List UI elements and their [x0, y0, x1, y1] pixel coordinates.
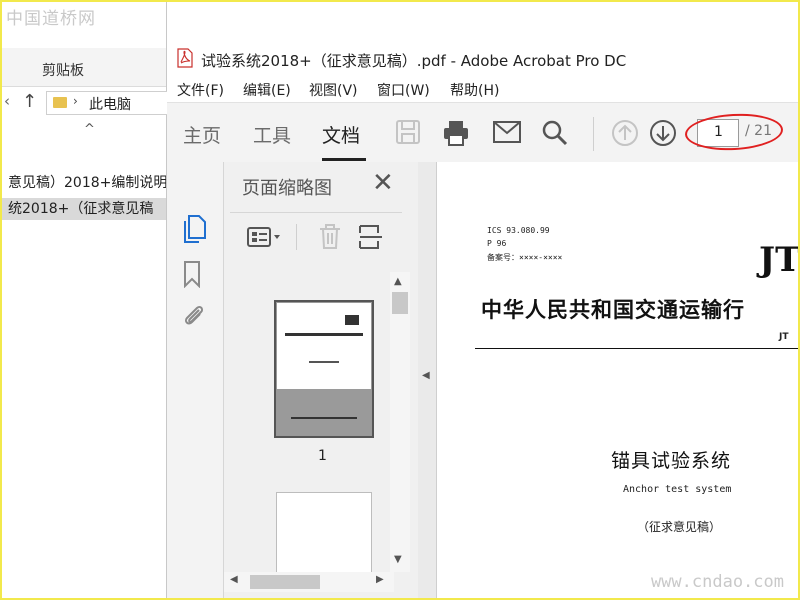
highlight-annotation-oval	[684, 111, 784, 153]
pdf-file-icon	[177, 48, 193, 68]
folder-icon	[53, 97, 67, 108]
chevron-left-icon[interactable]: ‹	[4, 92, 10, 110]
title-bar: 试验系统2018+（征求意见稿）.pdf - Adobe Acrobat Pro…	[167, 40, 798, 78]
watermark-bottom: www.cndao.com	[650, 572, 784, 592]
collapse-left-icon[interactable]: ◀	[422, 370, 430, 381]
doc-english-title: Anchor test system	[623, 484, 732, 495]
save-icon[interactable]	[395, 119, 421, 145]
doc-p-code: P 96	[487, 239, 507, 248]
thumbnails-toolbar	[224, 214, 418, 260]
explorer-nav-bar: ‹ ↑ › 此电脑	[2, 90, 170, 116]
menu-view[interactable]: 视图(V)	[309, 80, 358, 100]
page-thumbnail-2[interactable]	[276, 492, 372, 572]
doc-draft-label: （征求意见稿）	[637, 520, 722, 534]
attachments-icon[interactable]	[181, 302, 207, 330]
ribbon-clipboard-group: 剪贴板	[2, 48, 166, 87]
next-page-icon[interactable]	[649, 119, 677, 147]
address-text: 此电脑	[89, 97, 131, 113]
thumbnail-text-line	[309, 361, 339, 363]
previous-page-icon[interactable]	[611, 119, 639, 147]
scrollbar-thumb[interactable]	[250, 575, 320, 589]
clipboard-label: 剪贴板	[42, 63, 84, 79]
thumbnails-horizontal-scrollbar[interactable]: ◀ ▶	[224, 572, 394, 592]
menu-file[interactable]: 文件(F)	[177, 80, 224, 100]
scroll-down-icon[interactable]: ▼	[394, 554, 402, 565]
print-icon[interactable]	[442, 119, 470, 147]
delete-icon[interactable]	[318, 224, 342, 250]
thumbnail-footer-line	[291, 417, 357, 419]
panel-divider	[230, 212, 402, 213]
panel-collapse-handle[interactable]: ◀	[418, 162, 437, 598]
insert-page-icon[interactable]	[358, 224, 384, 250]
scroll-up-icon[interactable]: ▲	[394, 276, 402, 287]
tab-home[interactable]: 主页	[183, 121, 221, 148]
toolbar-separator	[593, 117, 594, 151]
scroll-left-icon[interactable]: ◀	[230, 574, 238, 585]
doc-standard-title: 中华人民共和国交通运输行	[481, 297, 745, 322]
address-bar[interactable]: › 此电脑	[46, 91, 170, 115]
arrow-up-icon[interactable]: ↑	[22, 91, 37, 112]
active-tab-indicator	[322, 158, 366, 161]
scrollbar-thumb[interactable]	[392, 292, 408, 314]
scroll-right-icon[interactable]: ▶	[376, 574, 384, 585]
thumbnail-options-icon[interactable]	[246, 226, 282, 248]
thumbnails-vertical-scrollbar[interactable]: ▲ ▼	[390, 272, 410, 572]
page-thumbnail-1[interactable]	[276, 302, 372, 436]
thumbnail-selection-overlay	[277, 389, 371, 435]
toolbar-separator	[296, 224, 297, 250]
thumbnail-logo-mark	[345, 315, 359, 325]
close-icon[interactable]: ✕	[372, 168, 394, 198]
acrobat-window: 试验系统2018+（征求意见稿）.pdf - Adobe Acrobat Pro…	[167, 40, 798, 598]
menu-bar: 文件(F) 编辑(E) 视图(V) 窗口(W) 帮助(H)	[167, 78, 798, 102]
thumbnail-page-label: 1	[318, 448, 327, 464]
thumbnail-title-line	[285, 333, 363, 336]
collapse-caret-icon[interactable]: ^	[84, 122, 95, 137]
thumbnails-list: 1	[224, 272, 388, 572]
navigation-rail	[167, 162, 224, 598]
bookmarks-icon[interactable]	[181, 260, 203, 288]
screenshot-frame: 剪贴板 ‹ ↑ › 此电脑 ^ 意见稿）2018+编制说明 统2018+（征求意…	[2, 2, 798, 598]
page-thumbnails-panel: 页面缩略图 ✕ 1 ▲ ▼ ◀ ▶	[224, 162, 419, 598]
file-explorer-window: 剪贴板 ‹ ↑ › 此电脑 ^ 意见稿）2018+编制说明 统2018+（征求意…	[2, 2, 170, 598]
tab-document[interactable]: 文档	[322, 121, 360, 148]
search-icon[interactable]	[541, 119, 569, 147]
doc-jt-logo: JT	[759, 240, 798, 280]
document-page: ICS 93.080.99 P 96 备案号：××××-×××× JT 中华人民…	[437, 162, 798, 598]
tab-tools[interactable]: 工具	[253, 121, 291, 148]
chevron-right-icon[interactable]: ›	[73, 94, 78, 108]
menu-window[interactable]: 窗口(W)	[377, 80, 430, 100]
page-thumbnails-icon[interactable]	[181, 214, 207, 244]
thumbnails-panel-title: 页面缩略图	[242, 178, 332, 199]
watermark-top: 中国道桥网	[6, 9, 96, 29]
menu-edit[interactable]: 编辑(E)	[243, 80, 291, 100]
window-title: 试验系统2018+（征求意见稿）.pdf - Adobe Acrobat Pro…	[201, 52, 627, 70]
file-list-item-selected[interactable]: 统2018+（征求意见稿	[2, 198, 166, 220]
doc-header-rule	[475, 348, 798, 349]
doc-ics-code: ICS 93.080.99	[487, 226, 550, 235]
file-list-item[interactable]: 意见稿）2018+编制说明	[2, 172, 166, 194]
doc-record-number: 备案号：××××-××××	[487, 253, 563, 262]
email-icon[interactable]	[492, 119, 522, 145]
menu-help[interactable]: 帮助(H)	[450, 80, 499, 100]
main-toolbar: 主页 工具 文档 1 / 21	[167, 102, 798, 164]
doc-main-title: 锚具试验系统	[611, 450, 732, 472]
doc-jt-mark: JT	[779, 332, 789, 342]
